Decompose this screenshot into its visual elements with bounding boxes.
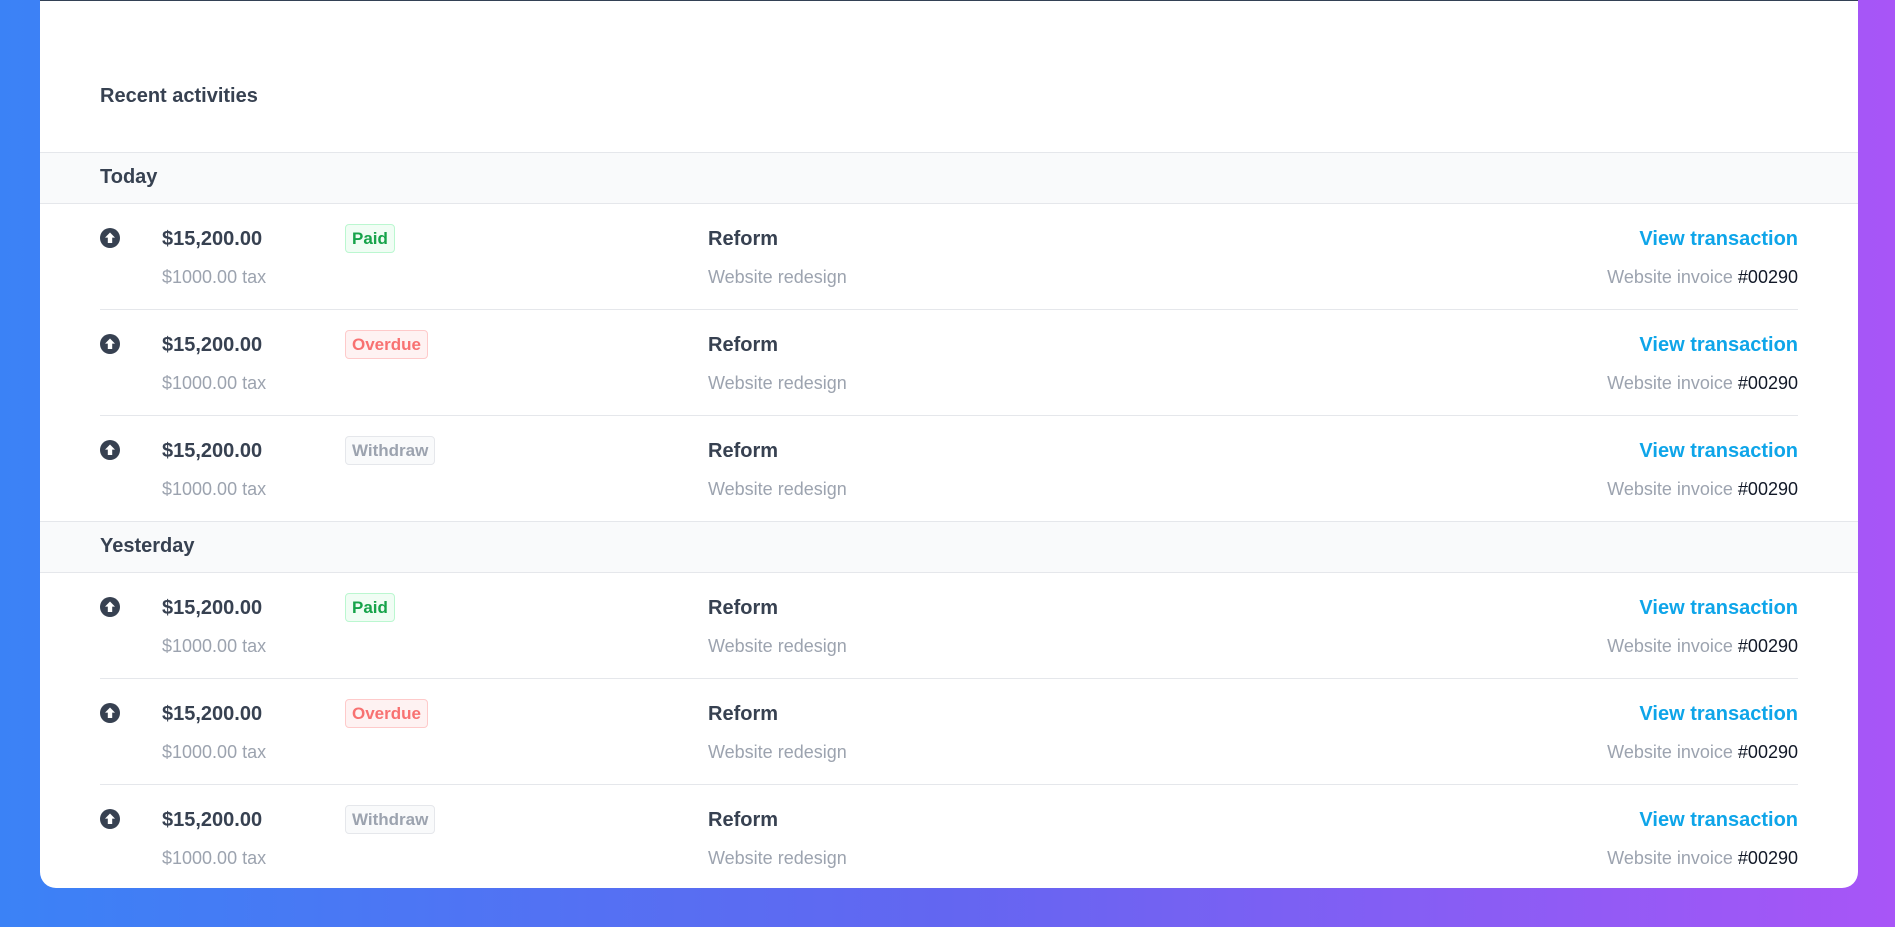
client-name: Reform: [708, 703, 779, 725]
group-header-today: Today: [40, 152, 1858, 204]
invoice-reference: Website invoice #00290: [1607, 479, 1798, 500]
arrow-up-circle-icon: [100, 703, 120, 723]
arrow-up-circle-icon: [100, 228, 120, 248]
view-transaction-link[interactable]: View transaction: [1639, 440, 1798, 463]
status-badge: Overdue: [345, 699, 428, 728]
card-title: Recent activities: [100, 85, 258, 107]
view-transaction-link[interactable]: View transaction: [1639, 228, 1798, 251]
tax-amount: $1000.00 tax: [162, 373, 267, 393]
group-header-yesterday: Yesterday: [40, 521, 1858, 573]
view-transaction-link[interactable]: View transaction: [1639, 597, 1798, 620]
amount: $15,200.00: [162, 703, 263, 725]
invoice-reference: Website invoice #00290: [1607, 373, 1798, 394]
status-badge: Paid: [345, 593, 395, 622]
amount: $15,200.00: [162, 597, 263, 619]
invoice-number: #00290: [1737, 742, 1798, 762]
table-row: $15,200.00 Paid $1000.00 tax Reform Webs…: [100, 204, 1798, 310]
invoice-reference: Website invoice #00290: [1607, 636, 1798, 657]
status-badge: Withdraw: [345, 805, 436, 834]
group-label: Today: [100, 166, 158, 188]
invoice-number: #00290: [1737, 636, 1798, 656]
invoice-number: #00290: [1737, 267, 1798, 287]
invoice-label: Website invoice: [1607, 479, 1733, 499]
table-row: $15,200.00 Overdue $1000.00 tax Reform W…: [100, 679, 1798, 785]
project-name: Website redesign: [708, 479, 847, 499]
amount: $15,200.00: [162, 440, 263, 462]
project-name: Website redesign: [708, 742, 847, 762]
amount: $15,200.00: [162, 228, 263, 250]
project-name: Website redesign: [708, 848, 847, 868]
client-name: Reform: [708, 597, 779, 619]
invoice-label: Website invoice: [1607, 742, 1733, 762]
status-badge: Paid: [345, 224, 395, 253]
status-badge: Withdraw: [345, 436, 436, 465]
invoice-reference: Website invoice #00290: [1607, 848, 1798, 869]
project-name: Website redesign: [708, 373, 847, 393]
project-name: Website redesign: [708, 267, 847, 287]
invoice-label: Website invoice: [1607, 636, 1733, 656]
invoice-label: Website invoice: [1607, 267, 1733, 287]
view-transaction-link[interactable]: View transaction: [1639, 334, 1798, 357]
amount: $15,200.00: [162, 334, 263, 356]
tax-amount: $1000.00 tax: [162, 742, 267, 762]
invoice-reference: Website invoice #00290: [1607, 742, 1798, 763]
client-name: Reform: [708, 809, 779, 831]
client-name: Reform: [708, 334, 779, 356]
view-transaction-link[interactable]: View transaction: [1639, 809, 1798, 832]
invoice-reference: Website invoice #00290: [1607, 267, 1798, 288]
client-name: Reform: [708, 440, 779, 462]
tax-amount: $1000.00 tax: [162, 267, 267, 287]
table-row: $15,200.00 Overdue $1000.00 tax Reform W…: [100, 310, 1798, 416]
group-label: Yesterday: [100, 535, 195, 557]
table-row: $15,200.00 Withdraw $1000.00 tax Reform …: [100, 785, 1798, 888]
tax-amount: $1000.00 tax: [162, 636, 267, 656]
amount: $15,200.00: [162, 809, 263, 831]
recent-activities-card: Recent activities Today $15,200.00 Paid …: [40, 0, 1858, 888]
project-name: Website redesign: [708, 636, 847, 656]
invoice-number: #00290: [1737, 479, 1798, 499]
tax-amount: $1000.00 tax: [162, 848, 267, 868]
invoice-label: Website invoice: [1607, 373, 1733, 393]
table-row: $15,200.00 Paid $1000.00 tax Reform Webs…: [100, 573, 1798, 679]
invoice-label: Website invoice: [1607, 848, 1733, 868]
arrow-up-circle-icon: [100, 440, 120, 460]
client-name: Reform: [708, 228, 779, 250]
view-transaction-link[interactable]: View transaction: [1639, 703, 1798, 726]
arrow-up-circle-icon: [100, 334, 120, 354]
table-row: $15,200.00 Withdraw $1000.00 tax Reform …: [100, 416, 1798, 522]
tax-amount: $1000.00 tax: [162, 479, 267, 499]
invoice-number: #00290: [1737, 373, 1798, 393]
status-badge: Overdue: [345, 330, 428, 359]
arrow-up-circle-icon: [100, 597, 120, 617]
arrow-up-circle-icon: [100, 809, 120, 829]
invoice-number: #00290: [1737, 848, 1798, 868]
